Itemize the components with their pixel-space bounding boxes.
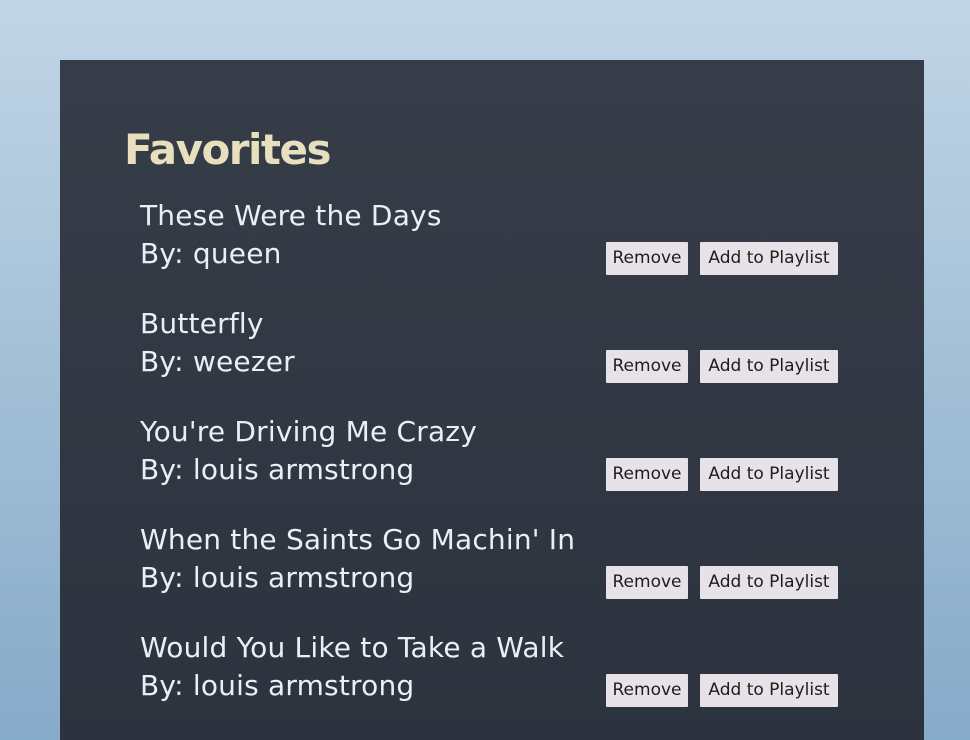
add-to-playlist-button[interactable]: Add to Playlist xyxy=(700,674,838,707)
song-item: Would You Like to Take a Walk By: louis … xyxy=(140,630,840,726)
favorites-panel: Favorites These Were the Days By: queen … xyxy=(60,60,924,740)
song-item: Butterfly By: weezer Remove Add to Playl… xyxy=(140,306,840,402)
song-item: You're Driving Me Crazy By: louis armstr… xyxy=(140,414,840,510)
song-artist: By: louis armstrong xyxy=(140,453,415,486)
song-artist: By: queen xyxy=(140,237,282,270)
song-artist: By: louis armstrong xyxy=(140,669,415,702)
remove-button[interactable]: Remove xyxy=(606,242,688,275)
remove-button[interactable]: Remove xyxy=(606,458,688,491)
add-to-playlist-button[interactable]: Add to Playlist xyxy=(700,566,838,599)
song-artist: By: weezer xyxy=(140,345,295,378)
song-item: These Were the Days By: queen Remove Add… xyxy=(140,198,840,294)
add-to-playlist-button[interactable]: Add to Playlist xyxy=(700,350,838,383)
add-to-playlist-button[interactable]: Add to Playlist xyxy=(700,242,838,275)
song-title: Would You Like to Take a Walk xyxy=(140,631,565,664)
song-title: When the Saints Go Machin' In xyxy=(140,523,576,556)
song-title: You're Driving Me Crazy xyxy=(140,415,477,448)
remove-button[interactable]: Remove xyxy=(606,566,688,599)
song-artist: By: louis armstrong xyxy=(140,561,415,594)
add-to-playlist-button[interactable]: Add to Playlist xyxy=(700,458,838,491)
song-item: When the Saints Go Machin' In By: louis … xyxy=(140,522,840,618)
remove-button[interactable]: Remove xyxy=(606,350,688,383)
remove-button[interactable]: Remove xyxy=(606,674,688,707)
favorites-title: Favorites xyxy=(124,125,331,174)
song-title: These Were the Days xyxy=(140,199,442,232)
song-title: Butterfly xyxy=(140,307,264,340)
